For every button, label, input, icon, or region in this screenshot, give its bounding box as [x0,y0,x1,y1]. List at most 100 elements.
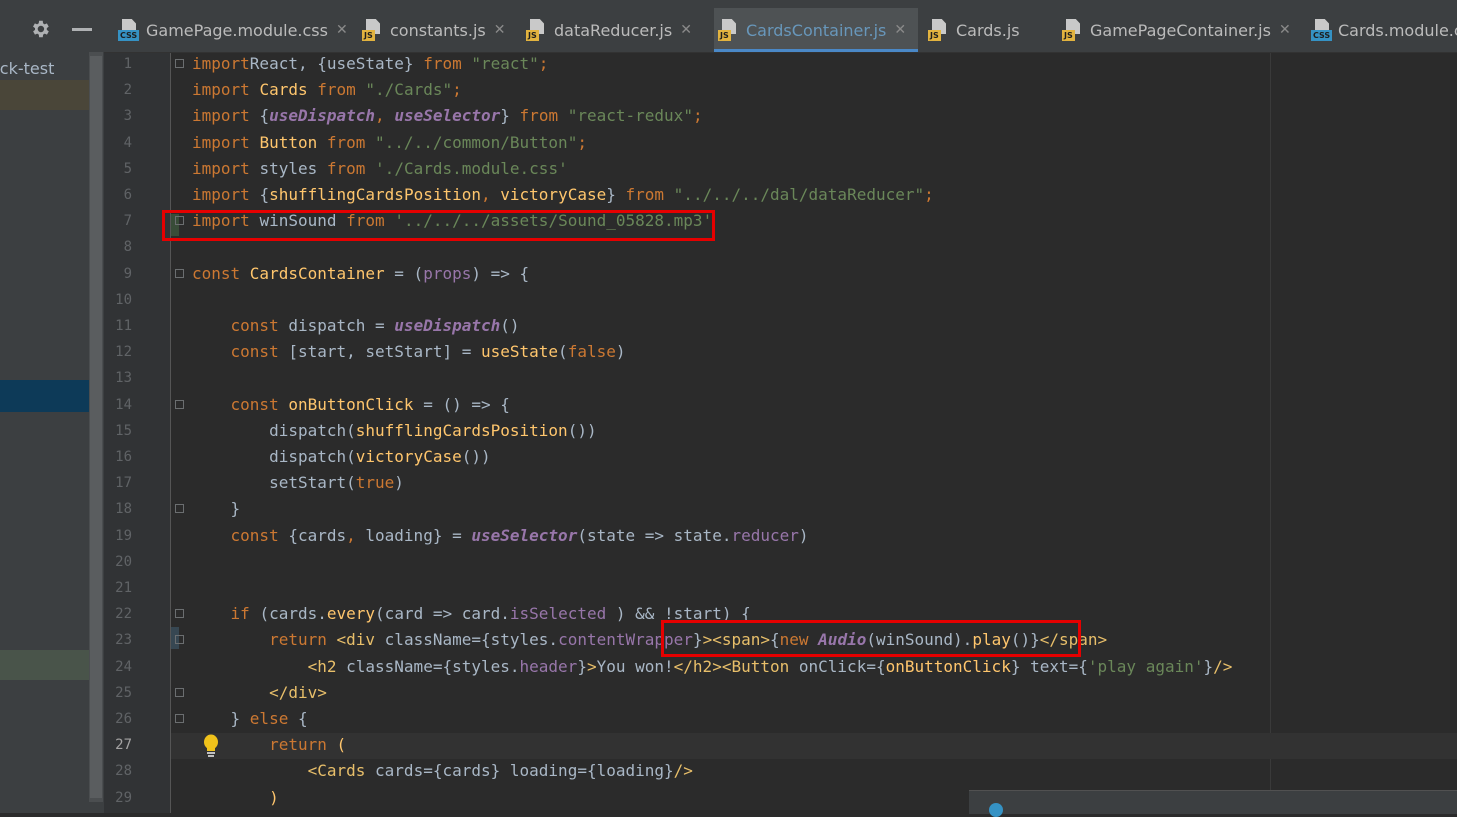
project-label[interactable]: ack-test [0,59,54,78]
code-line[interactable]: import Cards from "./Cards"; [192,77,462,103]
code-line[interactable]: const [start, setStart] = useState(false… [192,339,626,365]
code-token: import [192,106,260,126]
code-line[interactable]: const onButtonClick = () => { [192,392,510,418]
code-line[interactable]: const dispatch = useDispatch() [192,313,520,339]
code-line[interactable]: importReact, {useState} from "react"; [192,53,548,77]
code-token: {cards [288,525,347,545]
fold-toggle-icon[interactable] [175,687,184,697]
code-token: header [519,656,578,676]
code-token: useDispatch [269,106,376,126]
close-icon[interactable]: ✕ [894,22,906,38]
code-token: const [230,525,289,545]
code-token: onClick={ [798,656,886,676]
code-line[interactable]: <Cards cards={cards} loading={loading}/> [192,758,693,784]
js-file-icon: JS [1062,19,1084,41]
code-token: Cards [259,80,308,100]
fold-toggle-icon[interactable] [175,504,184,514]
code-token: ) [615,342,626,362]
fold-toggle-icon[interactable] [175,59,184,68]
tab-cards-js[interactable]: JS Cards.js [924,8,1052,52]
close-icon[interactable]: ✕ [494,22,506,38]
minimize-icon[interactable] [72,28,92,31]
project-tree-row[interactable] [0,650,90,680]
code-token: ) [269,787,279,807]
close-icon[interactable]: ✕ [336,22,348,38]
close-icon[interactable]: ✕ [680,22,692,38]
code-token: dispatch( [192,447,356,466]
code-line[interactable]: import Button from "../../common/Button"… [192,130,587,156]
code-token: ( [336,735,347,755]
code-token: "react-redux" [567,106,693,126]
tab-label: GamePageContainer.js [1090,20,1271,40]
editor-tab-bar: CSS GamePage.module.css ✕ JS constants.js ✕ JS… [104,0,1457,53]
gear-icon[interactable] [29,18,51,40]
line-number: 27 [115,737,132,754]
code-line[interactable]: </div> [192,680,327,706]
tab-gamepagecontainer-js[interactable]: JS GamePageContainer.js ✕ [1058,8,1301,52]
fold-toggle-icon[interactable] [175,609,184,619]
code-line[interactable]: dispatch(shufflingCardsPosition()) [192,418,597,444]
tab-label: Cards.module.cs [1337,20,1457,40]
code-token: else [249,709,298,728]
code-line[interactable]: ) [192,785,279,811]
tab-cardscontainer-js[interactable]: JS CardsContainer.js ✕ [714,8,918,52]
tab-gamepage-module-css[interactable]: CSS GamePage.module.css ✕ [114,8,352,52]
line-number: 28 [115,763,132,780]
line-number: 20 [115,553,132,570]
css-file-icon: CSS [118,19,140,41]
code-token: import [192,54,250,73]
line-number: 26 [115,711,132,727]
code-line[interactable]: setStart(true) [192,470,404,496]
fold-toggle-icon[interactable] [175,714,184,723]
code-token: (cards. [259,604,327,624]
js-file-icon: JS [718,19,740,41]
line-number: 11 [115,318,132,334]
fold-toggle-icon[interactable] [175,635,184,645]
line-number: 16 [115,449,132,465]
line-number: 4 [123,134,132,151]
gutter-separator [170,53,171,813]
lightbulb-icon[interactable] [201,733,221,759]
info-icon [989,803,1003,817]
close-icon[interactable]: ✕ [1279,22,1291,38]
code-token: Button [259,132,318,152]
code-editor[interactable]: importReact, {useState} from "react"; imp… [104,53,1457,813]
code-token: from [423,54,462,73]
code-token: (card => card. [375,604,510,624]
code-line[interactable]: const CardsContainer = (props) => { [192,261,529,287]
code-token: const [192,263,250,283]
notification-popup[interactable] [969,790,1457,817]
project-tree-row[interactable] [0,80,90,110]
tab-label: constants.js [390,20,486,40]
code-token: <div [336,630,385,650]
code-token: } [577,656,587,676]
code-line[interactable]: import {useDispatch, useSelector} from "… [192,103,703,129]
css-file-icon: CSS [1311,19,1333,41]
code-line[interactable]: } else { [192,706,308,732]
line-number: 1 [123,56,132,72]
tab-cards-module-cs[interactable]: CSSCards.module.cs [1307,8,1457,52]
fold-toggle-icon[interactable] [175,216,184,226]
project-scrollbar-thumb[interactable] [90,56,102,798]
fold-toggle-icon[interactable] [175,399,184,409]
right-margin-guide [1270,53,1271,813]
tab-datareducer-js[interactable]: JS dataReducer.js ✕ [522,8,708,52]
line-number: 8 [123,239,132,256]
fold-toggle-icon[interactable] [175,268,184,278]
code-token: , [346,525,366,545]
tab-constants-js[interactable]: JS constants.js ✕ [358,8,516,52]
project-tree-row-selected[interactable] [0,380,90,412]
code-line[interactable]: dispatch(victoryCase()) [192,444,491,470]
code-line[interactable]: } [192,496,241,522]
line-number: 21 [115,580,132,596]
code-line[interactable]: import styles from './Cards.module.css' [192,156,568,182]
project-toolbar [0,0,104,52]
code-line[interactable]: import {shufflingCardsPosition, victoryC… [192,182,934,208]
line-number: 29 [115,789,132,806]
code-token: "../../../dal/dataReducer" [673,185,925,204]
code-line[interactable]: const {cards, loading} = useSelector(sta… [192,523,809,549]
code-line[interactable]: <h2 className={styles.header}>You won!</… [192,654,1233,680]
line-number: 2 [123,82,132,99]
